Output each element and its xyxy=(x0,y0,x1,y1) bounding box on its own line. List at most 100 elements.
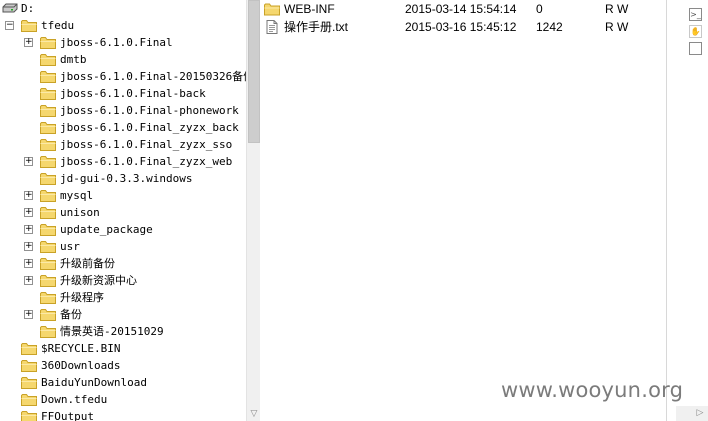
folder-icon xyxy=(40,326,56,338)
expand-toggle-icon[interactable]: + xyxy=(24,276,33,285)
file-attributes: R W xyxy=(605,20,629,34)
folder-icon xyxy=(40,309,56,321)
expand-toggle-icon[interactable]: + xyxy=(24,310,33,319)
scroll-down-arrow-icon[interactable]: ▽ xyxy=(247,407,261,421)
text-file-icon xyxy=(266,20,278,34)
tree-item-label: 升级前备份 xyxy=(60,257,115,270)
folder-icon xyxy=(40,292,56,304)
tree-item-label: 情景英语-20151029 xyxy=(60,325,164,338)
folder-icon xyxy=(40,139,56,151)
file-name: WEB-INF xyxy=(284,2,335,16)
folder-icon xyxy=(40,37,56,49)
folder-icon xyxy=(40,88,56,100)
tree-item[interactable]: 360Downloads xyxy=(0,357,246,374)
hand-icon[interactable]: ✋ xyxy=(689,25,702,38)
folder-icon xyxy=(21,377,37,389)
tree-item-label: jd-gui-0.3.3.windows xyxy=(60,172,193,185)
folder-open-icon xyxy=(21,20,37,32)
expand-toggle-icon[interactable]: + xyxy=(24,191,33,200)
expand-toggle-icon[interactable]: + xyxy=(24,38,33,47)
tree-item[interactable]: Down.tfedu xyxy=(0,391,246,408)
tree-item[interactable]: jboss-6.1.0.Final-back xyxy=(0,85,246,102)
tree-item[interactable]: + jboss-6.1.0.Final_zyzx_web xyxy=(0,153,246,170)
side-toolbar: >_ ✋ xyxy=(666,0,708,421)
tree-item[interactable]: + unison xyxy=(0,204,246,221)
folder-icon xyxy=(40,173,56,185)
expand-toggle-icon[interactable]: + xyxy=(24,225,33,234)
tree-item[interactable]: FFOutput xyxy=(0,408,246,421)
tree-item-label: FFOutput xyxy=(41,410,94,421)
file-row[interactable]: WEB-INF 2015-03-14 15:54:14 0 R W xyxy=(260,0,666,18)
tree-item-label: 360Downloads xyxy=(41,359,121,372)
file-modified-date: 2015-03-16 15:45:12 xyxy=(405,20,517,34)
expand-toggle-icon[interactable]: + xyxy=(24,157,33,166)
scrollbar-thumb[interactable] xyxy=(248,0,260,143)
file-list-horizontal-scrollbar[interactable]: ▷ xyxy=(676,406,708,421)
file-attributes: R W xyxy=(605,2,629,16)
tree-item[interactable]: + usr xyxy=(0,238,246,255)
file-modified-date: 2015-03-14 15:54:14 xyxy=(405,2,517,16)
tree-item[interactable]: 情景英语-20151029 xyxy=(0,323,246,340)
tree-item[interactable]: + 升级前备份 xyxy=(0,255,246,272)
tree-item[interactable]: jboss-6.1.0.Final_zyzx_back xyxy=(0,119,246,136)
blank-square-icon[interactable] xyxy=(689,42,702,55)
folder-icon xyxy=(40,122,56,134)
tree-item[interactable]: jboss-6.1.0.Final_zyzx_sso xyxy=(0,136,246,153)
tree-item[interactable]: + 备份 xyxy=(0,306,246,323)
tree-item-label: jboss-6.1.0.Final_zyzx_web xyxy=(60,155,233,168)
tree-item-label: $RECYCLE.BIN xyxy=(41,342,121,355)
file-list-pane: WEB-INF 2015-03-14 15:54:14 0 R W 操作手册.txt 20… xyxy=(260,0,666,421)
tree-item-label: mysql xyxy=(60,189,94,202)
folder-icon xyxy=(40,207,56,219)
tree-item[interactable]: BaiduYunDownload xyxy=(0,374,246,391)
tree-item-label: jboss-6.1.0.Final_zyzx_back xyxy=(60,121,239,134)
folder-icon xyxy=(21,360,37,372)
tree-item-label: jboss-6.1.0.Final xyxy=(60,36,173,49)
tree-item-label: jboss-6.1.0.Final-20150326备份 xyxy=(60,70,246,83)
expand-toggle-icon[interactable]: + xyxy=(24,242,33,251)
folder-icon xyxy=(40,258,56,270)
tree-item-label: jboss-6.1.0.Final_zyzx_sso xyxy=(60,138,233,151)
file-row[interactable]: 操作手册.txt 2015-03-16 15:45:12 1242 R W xyxy=(260,18,666,36)
tree-item-label: Down.tfedu xyxy=(41,393,108,406)
tree-item-label: 升级程序 xyxy=(60,291,104,304)
tree-item[interactable]: + update_package xyxy=(0,221,246,238)
tree-item-root[interactable]: − tfedu xyxy=(0,17,246,34)
tree-item-label: unison xyxy=(60,206,100,219)
tree-item[interactable]: + 升级新资源中心 xyxy=(0,272,246,289)
drive-icon xyxy=(2,3,18,13)
tree-item-label: BaiduYunDownload xyxy=(41,376,147,389)
tree-item[interactable]: dmtb xyxy=(0,51,246,68)
folder-icon xyxy=(40,241,56,253)
collapse-toggle-icon[interactable]: − xyxy=(5,21,14,30)
folder-icon xyxy=(40,190,56,202)
tree-item-drive[interactable]: D: xyxy=(0,0,246,17)
tree-item[interactable]: jboss-6.1.0.Final-phonework xyxy=(0,102,246,119)
tree-item[interactable]: $RECYCLE.BIN xyxy=(0,340,246,357)
scroll-right-arrow-icon[interactable]: ▷ xyxy=(694,406,706,421)
tree-vertical-scrollbar[interactable]: ▽ xyxy=(246,0,260,421)
drive-label: D: xyxy=(21,2,35,15)
tree-item-label: update_package xyxy=(60,223,153,236)
folder-icon xyxy=(21,411,37,421)
terminal-icon[interactable]: >_ xyxy=(689,8,702,21)
folder-icon xyxy=(21,394,37,406)
tree-item-label: dmtb xyxy=(60,53,87,66)
tree-item[interactable]: 升级程序 xyxy=(0,289,246,306)
tree-item[interactable]: + jboss-6.1.0.Final xyxy=(0,34,246,51)
tree-item[interactable]: jboss-6.1.0.Final-20150326备份 xyxy=(0,68,246,85)
expand-toggle-icon[interactable]: + xyxy=(24,208,33,217)
tree-item[interactable]: jd-gui-0.3.3.windows xyxy=(0,170,246,187)
tree-item-label: jboss-6.1.0.Final-phonework xyxy=(60,104,239,117)
expand-toggle-icon[interactable]: + xyxy=(24,259,33,268)
tree-item-label: 备份 xyxy=(60,308,82,321)
folder-icon xyxy=(40,71,56,83)
tree-item-label: 升级新资源中心 xyxy=(60,274,137,287)
tree-item-label: tfedu xyxy=(41,19,75,32)
tree-item[interactable]: + mysql xyxy=(0,187,246,204)
folder-icon xyxy=(264,3,280,16)
folder-icon xyxy=(40,156,56,168)
tree-item-label: usr xyxy=(60,240,80,253)
folder-icon xyxy=(21,343,37,355)
folder-icon xyxy=(40,105,56,117)
